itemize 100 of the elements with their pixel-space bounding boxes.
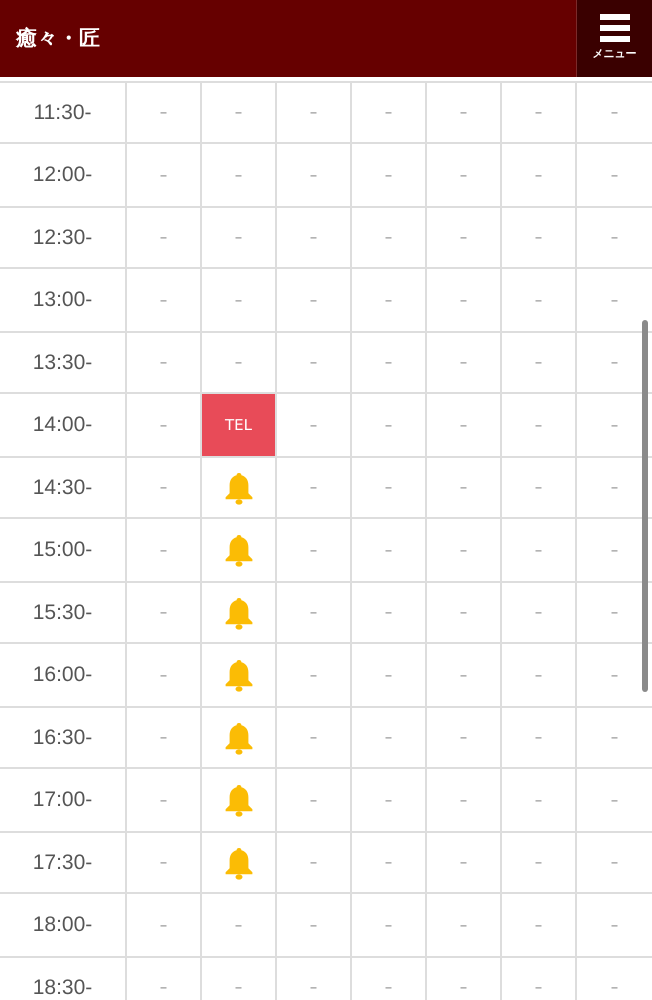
site-title: 癒々・匠 xyxy=(14,24,100,52)
unavailable-mark: – xyxy=(534,852,542,874)
time-label: 15:30- xyxy=(32,600,92,626)
unavailable-mark: – xyxy=(534,977,542,998)
bell-icon xyxy=(224,533,254,567)
bell-icon xyxy=(224,720,254,754)
unavailable-mark: – xyxy=(234,977,242,998)
unavailable-mark: – xyxy=(534,914,542,936)
menu-icon xyxy=(600,14,630,42)
unavailable-mark: – xyxy=(310,914,318,936)
unavailable-mark: – xyxy=(160,664,168,686)
unavailable-mark: – xyxy=(384,790,392,811)
unavailable-mark: – xyxy=(610,164,618,186)
unavailable-mark: – xyxy=(160,164,168,186)
unavailable-mark: – xyxy=(460,414,468,436)
unavailable-mark: – xyxy=(310,290,318,311)
unavailable-mark: – xyxy=(460,914,468,936)
unavailable-mark: – xyxy=(160,977,168,998)
bell-icon xyxy=(224,596,254,630)
unavailable-mark: – xyxy=(384,290,392,311)
unavailable-mark: – xyxy=(534,290,542,311)
unavailable-mark: – xyxy=(384,727,392,748)
unavailable-mark: – xyxy=(310,602,318,624)
unavailable-mark: – xyxy=(160,602,168,624)
unavailable-mark: – xyxy=(610,852,618,874)
unavailable-mark: – xyxy=(460,164,468,186)
time-label: 17:30- xyxy=(32,850,92,876)
unavailable-mark: – xyxy=(384,102,392,124)
bell-icon xyxy=(224,470,254,504)
time-label: 16:30- xyxy=(32,724,92,751)
unavailable-mark: – xyxy=(384,414,392,436)
unavailable-mark: – xyxy=(310,790,318,811)
scrollbar-thumb[interactable] xyxy=(642,320,648,692)
unavailable-mark: – xyxy=(610,790,618,811)
time-label: 12:00- xyxy=(32,162,92,188)
unavailable-mark: – xyxy=(610,290,618,311)
unavailable-mark: – xyxy=(160,227,168,248)
unavailable-mark: – xyxy=(384,852,392,874)
unavailable-mark: – xyxy=(310,414,318,436)
unavailable-mark: – xyxy=(384,477,392,498)
time-label: 15:00- xyxy=(32,537,92,564)
unavailable-mark: – xyxy=(384,227,392,248)
menu-button[interactable]: メニュー xyxy=(576,0,652,77)
time-label: 13:00- xyxy=(32,287,92,314)
unavailable-mark: – xyxy=(384,540,392,561)
unavailable-mark: – xyxy=(534,790,542,811)
unavailable-mark: – xyxy=(160,852,168,874)
unavailable-mark: – xyxy=(460,602,468,624)
time-label: 14:00- xyxy=(32,412,92,438)
unavailable-mark: – xyxy=(160,352,168,374)
unavailable-mark: – xyxy=(610,227,618,248)
unavailable-mark: – xyxy=(160,414,168,436)
unavailable-mark: – xyxy=(610,664,618,686)
tel-slot[interactable]: TEL xyxy=(202,394,275,456)
unavailable-mark: – xyxy=(310,102,318,124)
unavailable-mark: – xyxy=(310,164,318,186)
unavailable-mark: – xyxy=(234,164,242,186)
unavailable-mark: – xyxy=(610,414,618,436)
time-label: 13:30- xyxy=(32,350,92,376)
unavailable-mark: – xyxy=(610,540,618,561)
time-label: 18:30- xyxy=(32,974,92,1000)
unavailable-mark: – xyxy=(160,540,168,561)
unavailable-mark: – xyxy=(234,914,242,936)
unavailable-mark: – xyxy=(460,540,468,561)
unavailable-mark: – xyxy=(460,664,468,686)
unavailable-mark: – xyxy=(160,914,168,936)
unavailable-mark: – xyxy=(534,727,542,748)
unavailable-mark: – xyxy=(534,414,542,436)
time-label: 18:00- xyxy=(32,912,92,938)
unavailable-mark: – xyxy=(534,664,542,686)
unavailable-mark: – xyxy=(460,790,468,811)
unavailable-mark: – xyxy=(160,790,168,811)
unavailable-mark: – xyxy=(234,102,242,124)
unavailable-mark: – xyxy=(384,914,392,936)
unavailable-mark: – xyxy=(610,602,618,624)
unavailable-mark: – xyxy=(310,727,318,748)
unavailable-mark: – xyxy=(384,164,392,186)
unavailable-mark: – xyxy=(160,290,168,311)
unavailable-mark: – xyxy=(460,102,468,124)
unavailable-mark: – xyxy=(310,664,318,686)
unavailable-mark: – xyxy=(460,290,468,311)
unavailable-mark: – xyxy=(460,477,468,498)
time-label: 16:00- xyxy=(32,662,92,688)
unavailable-mark: – xyxy=(310,540,318,561)
unavailable-mark: – xyxy=(460,727,468,748)
unavailable-mark: – xyxy=(160,102,168,124)
unavailable-mark: – xyxy=(460,852,468,874)
unavailable-mark: – xyxy=(534,352,542,374)
unavailable-mark: – xyxy=(160,477,168,498)
unavailable-mark: – xyxy=(610,977,618,998)
unavailable-mark: – xyxy=(534,477,542,498)
unavailable-mark: – xyxy=(610,914,618,936)
unavailable-mark: – xyxy=(534,164,542,186)
unavailable-mark: – xyxy=(160,727,168,748)
unavailable-mark: – xyxy=(610,477,618,498)
unavailable-mark: – xyxy=(460,977,468,998)
unavailable-mark: – xyxy=(384,352,392,374)
time-label: 14:30- xyxy=(32,474,92,501)
bell-icon xyxy=(224,783,254,817)
unavailable-mark: – xyxy=(610,727,618,748)
